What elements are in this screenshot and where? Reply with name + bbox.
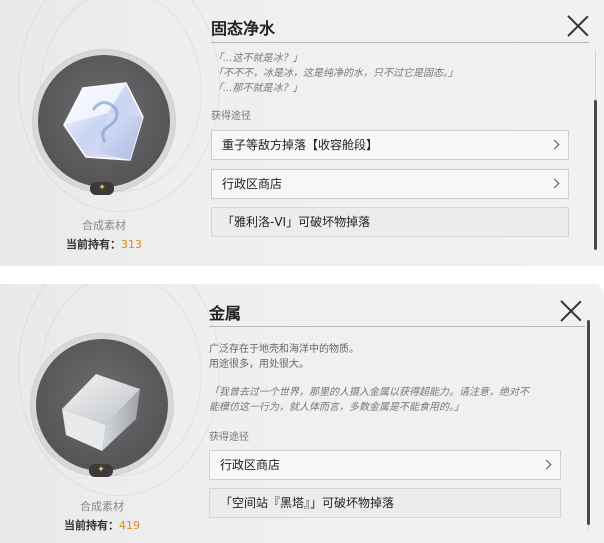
source-label: 「雅利洛-VI」可破坏物掉落: [222, 215, 371, 229]
source-link[interactable]: 行政区商店: [211, 169, 569, 199]
source-link[interactable]: 行政区商店: [209, 450, 561, 480]
flavor-quote-2: 「不不不，冰是冰，这是纯净的水，只不过它是固态。」: [213, 68, 458, 79]
source-text: 「空间站『黑塔』」可破坏物掉落: [209, 488, 561, 518]
item-category: 合成素材: [80, 500, 124, 513]
item-description-1: 广泛存在于地壳和海洋中的物质。: [209, 344, 359, 355]
close-icon[interactable]: [567, 15, 589, 37]
item-title: 金属: [209, 304, 242, 323]
item-category: 合成素材: [82, 219, 126, 232]
source-text: 「雅利洛-VI」可破坏物掉落: [211, 207, 569, 237]
source-label: 重子等敌方掉落【收容舱段】: [222, 138, 379, 152]
scrollbar[interactable]: [594, 100, 597, 250]
item-portrait: [36, 339, 168, 471]
holding-label: 当前持有：: [66, 238, 121, 251]
source-label: 「空间站『黑塔』」可破坏物掉落: [220, 496, 395, 510]
item-detail-panel-1: ✦ 合成素材 当前持有：313 固态净水 「...这不就是冰？」 「不不不，冰是…: [0, 0, 604, 266]
star-badge-icon: ✦: [90, 182, 114, 195]
source-label: 行政区商店: [220, 458, 281, 472]
ice-cube-icon: [63, 82, 144, 161]
item-description-2: 用途很多，用处很大。: [209, 359, 309, 370]
title-divider: [211, 42, 589, 43]
chevron-right-icon: [549, 178, 560, 189]
item-title: 固态净水: [211, 19, 276, 38]
star-badge-icon: ✦: [89, 464, 113, 477]
item-portrait: [38, 55, 170, 187]
item-detail-panel-2: ✦ 合成素材 当前持有：419 金属 广泛存在于地壳和海洋中的物质。 用途很多，…: [0, 284, 604, 543]
holding-count: 419: [119, 519, 140, 532]
source-heading: 获得途径: [209, 432, 249, 443]
source-link[interactable]: 重子等敌方掉落【收容舱段】: [211, 130, 569, 160]
chevron-right-icon: [549, 139, 560, 150]
source-heading: 获得途径: [211, 111, 251, 122]
holding-count-line: 当前持有：419: [32, 517, 172, 533]
scrollbar[interactable]: [587, 320, 590, 525]
holding-label: 当前持有：: [64, 519, 119, 532]
flavor-quote-2: 能模仿这一行为，就人体而言，多数金属是不能食用的。」: [209, 402, 464, 413]
holding-count: 313: [121, 238, 142, 251]
source-label: 行政区商店: [222, 177, 283, 191]
metal-cube-icon: [62, 374, 140, 451]
title-divider: [209, 326, 585, 327]
chevron-right-icon: [541, 459, 552, 470]
holding-count-line: 当前持有：313: [34, 236, 174, 252]
flavor-quote-1: 「我曾去过一个世界，那里的人摄入金属以获得超能力。请注意，绝对不: [209, 387, 529, 398]
flavor-quote-3: 「...那不就是冰？」: [213, 83, 303, 94]
flavor-quote-1: 「...这不就是冰？」: [213, 53, 303, 64]
close-icon[interactable]: [560, 300, 582, 322]
